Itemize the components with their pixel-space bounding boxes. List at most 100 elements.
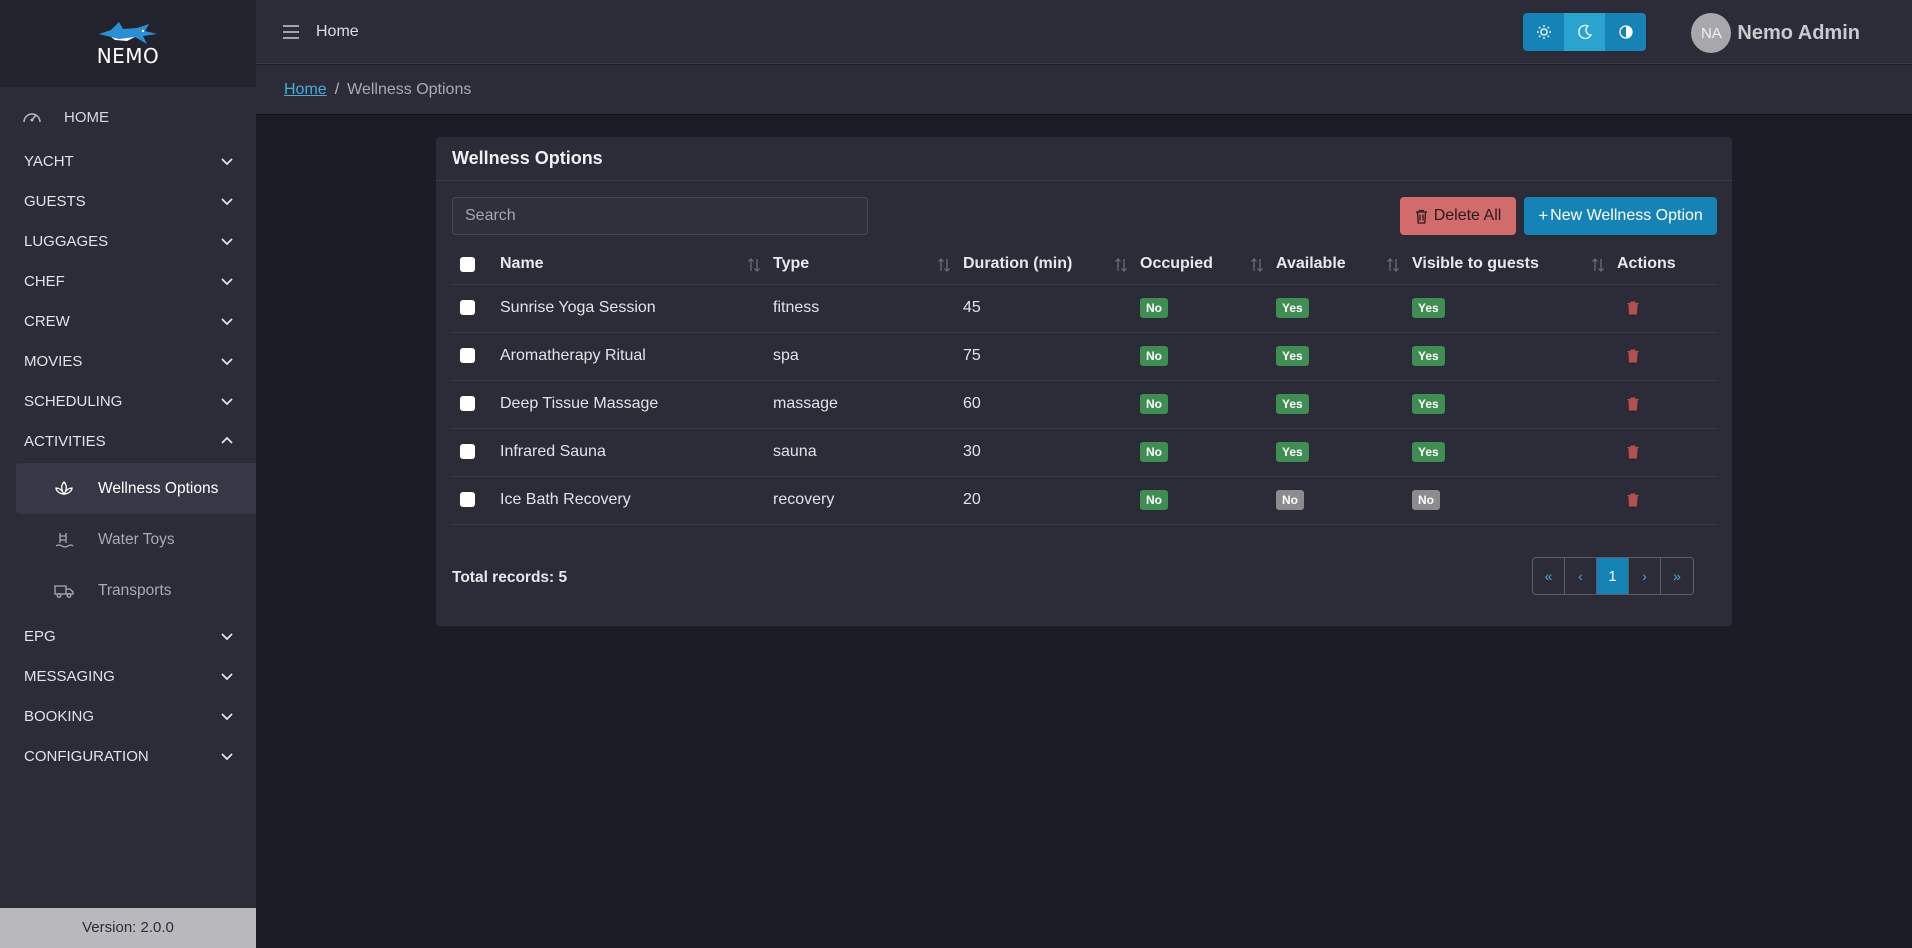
cell-available: Yes — [1276, 380, 1412, 429]
table-row[interactable]: Aromatherapy Ritual spa 75 No Yes Yes — [452, 332, 1717, 381]
auto-theme-button[interactable] — [1605, 13, 1646, 51]
row-select-cell — [452, 476, 500, 525]
select-all-checkbox[interactable] — [460, 256, 475, 272]
table-row[interactable]: Infrared Sauna sauna 30 No Yes Yes — [452, 428, 1717, 477]
sidebar-subitem-wellness-options[interactable]: Wellness Options — [16, 463, 256, 514]
row-checkbox[interactable] — [460, 444, 475, 460]
sidebar-item-guests[interactable]: GUESTS — [0, 181, 256, 221]
cell-visible: No — [1412, 476, 1617, 525]
sidebar-item-crew[interactable]: CREW — [0, 301, 256, 341]
light-theme-button[interactable] — [1523, 13, 1564, 51]
sidebar-item-activities[interactable]: ACTIVITIES — [0, 421, 256, 461]
cell-occupied: No — [1140, 284, 1276, 333]
chevron-down-icon — [221, 753, 233, 761]
cell-actions — [1617, 284, 1717, 333]
last-page-button[interactable]: » — [1661, 558, 1693, 594]
sidebar-item-chef[interactable]: CHEF — [0, 261, 256, 301]
cell-type: massage — [773, 380, 963, 429]
column-header-label: Actions — [1617, 255, 1676, 273]
cell-occupied: No — [1140, 476, 1276, 525]
sidebar-item-configuration[interactable]: CONFIGURATION — [0, 736, 256, 776]
status-badge: Yes — [1276, 442, 1309, 462]
prev-page-button[interactable]: ‹ — [1565, 558, 1597, 594]
breadcrumb-home-link[interactable]: Home — [284, 81, 327, 99]
status-badge: Yes — [1276, 298, 1309, 318]
status-badge: No — [1412, 490, 1440, 510]
delete-row-icon[interactable] — [1627, 493, 1639, 507]
logo[interactable]: NEMO — [0, 0, 256, 87]
sidebar-item-booking[interactable]: BOOKING — [0, 696, 256, 736]
column-header-type[interactable]: Type — [773, 245, 963, 285]
row-checkbox[interactable] — [460, 396, 475, 412]
row-select-cell — [452, 428, 500, 477]
hamburger-menu-icon[interactable] — [282, 24, 300, 39]
column-header-available[interactable]: Available — [1276, 245, 1412, 285]
cell-occupied: No — [1140, 428, 1276, 477]
topbar-title[interactable]: Home — [316, 23, 359, 41]
column-header-name[interactable]: Name — [500, 245, 773, 285]
delete-row-icon[interactable] — [1627, 301, 1639, 315]
status-badge: No — [1140, 346, 1168, 366]
cell-visible: Yes — [1412, 428, 1617, 477]
sidebar-item-movies[interactable]: MOVIES — [0, 341, 256, 381]
row-checkbox[interactable] — [460, 300, 475, 316]
sort-icon[interactable] — [1250, 257, 1264, 273]
cell-name: Deep Tissue Massage — [500, 380, 773, 429]
sidebar-nav: HOME YACHT GUESTS LUGGAGES CHEF CREW MOV… — [0, 87, 256, 776]
column-header-occupied[interactable]: Occupied — [1140, 245, 1276, 285]
cell-duration: 75 — [963, 332, 1140, 381]
sidebar-item-label: EPG — [24, 627, 56, 645]
breadcrumb-separator: / — [334, 80, 340, 98]
status-badge: Yes — [1276, 346, 1309, 366]
cell-name: Aromatherapy Ritual — [500, 332, 773, 381]
cell-type: sauna — [773, 428, 963, 477]
sort-icon[interactable] — [1386, 257, 1400, 273]
column-header-label: Occupied — [1140, 255, 1213, 273]
next-page-button[interactable]: › — [1629, 558, 1661, 594]
cell-occupied: No — [1140, 380, 1276, 429]
row-checkbox[interactable] — [460, 492, 475, 508]
row-select-cell — [452, 284, 500, 333]
sidebar-item-luggages[interactable]: LUGGAGES — [0, 221, 256, 261]
sort-icon[interactable] — [937, 257, 951, 273]
version-label: Version: 2.0.0 — [0, 908, 256, 948]
chevron-down-icon — [221, 318, 233, 326]
cell-available: Yes — [1276, 284, 1412, 333]
first-page-button[interactable]: « — [1533, 558, 1565, 594]
sort-icon[interactable] — [1591, 257, 1605, 273]
table-row[interactable]: Ice Bath Recovery recovery 20 No No No — [452, 476, 1717, 525]
sort-icon[interactable] — [1114, 257, 1128, 273]
table-row[interactable]: Deep Tissue Massage massage 60 No Yes Ye… — [452, 380, 1717, 429]
sidebar-item-label: CHEF — [24, 272, 65, 290]
sidebar-item-yacht[interactable]: YACHT — [0, 141, 256, 181]
row-select-cell — [452, 332, 500, 381]
sidebar-item-epg[interactable]: EPG — [0, 616, 256, 656]
truck-icon — [54, 584, 74, 598]
lotus-icon — [55, 480, 73, 495]
delete-row-icon[interactable] — [1627, 397, 1639, 411]
delete-all-button[interactable]: Delete All — [1400, 197, 1516, 235]
column-header-label: Visible to guests — [1412, 255, 1539, 273]
new-wellness-option-button[interactable]: + New Wellness Option — [1524, 197, 1717, 235]
page-button[interactable]: 1 — [1597, 558, 1629, 594]
user-menu[interactable]: NA Nemo Admin — [1691, 13, 1860, 53]
sidebar-item-scheduling[interactable]: SCHEDULING — [0, 381, 256, 421]
sidebar-subitem-water-toys[interactable]: Water Toys — [16, 514, 256, 565]
sidebar-item-home[interactable]: HOME — [0, 95, 256, 139]
cell-actions — [1617, 476, 1717, 525]
table-row[interactable]: Sunrise Yoga Session fitness 45 No Yes Y… — [452, 284, 1717, 333]
chevron-down-icon — [221, 238, 233, 246]
delete-row-icon[interactable] — [1627, 349, 1639, 363]
delete-row-icon[interactable] — [1627, 445, 1639, 459]
sort-icon[interactable] — [747, 257, 761, 273]
sidebar-item-messaging[interactable]: MESSAGING — [0, 656, 256, 696]
row-checkbox[interactable] — [460, 348, 475, 364]
dark-theme-button[interactable] — [1564, 13, 1605, 51]
cell-visible: Yes — [1412, 284, 1617, 333]
column-header-duration[interactable]: Duration (min) — [963, 245, 1140, 285]
sidebar-subitem-transports[interactable]: Transports — [16, 565, 256, 616]
column-header-visible[interactable]: Visible to guests — [1412, 245, 1617, 285]
breadcrumb-current: Wellness Options — [347, 80, 472, 98]
cell-occupied: No — [1140, 332, 1276, 381]
search-input[interactable] — [452, 197, 868, 235]
